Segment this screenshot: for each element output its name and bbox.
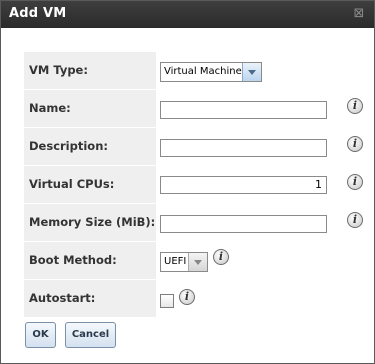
virtual-cpus-label: Virtual CPUs: (29, 177, 115, 191)
cancel-button[interactable]: Cancel (65, 322, 116, 348)
chevron-down-icon[interactable] (188, 253, 207, 271)
name-input[interactable] (160, 101, 327, 119)
row-description: Description: i (24, 128, 363, 166)
row-vm-type: VM Type: Virtual Machine (24, 52, 355, 90)
info-icon[interactable]: i (347, 98, 363, 114)
boot-method-value: UEFI (164, 256, 187, 267)
autostart-checkbox[interactable] (160, 294, 174, 308)
chevron-down-icon[interactable] (242, 63, 261, 81)
row-name: Name: i (24, 90, 363, 128)
description-label: Description: (29, 139, 108, 153)
info-icon[interactable]: i (347, 174, 363, 190)
add-vm-dialog: Add VM ⊠ VM Type: Virtual Machine Name: … (0, 0, 375, 364)
vm-type-label: VM Type: (29, 63, 88, 77)
info-icon[interactable]: i (179, 289, 195, 305)
label-cell: VM Type: (24, 52, 156, 89)
close-icon[interactable]: ⊠ (352, 7, 366, 21)
boot-method-select[interactable]: UEFI (160, 252, 208, 272)
boot-method-label: Boot Method: (29, 253, 117, 267)
name-label: Name: (29, 101, 71, 115)
row-autostart: Autostart: i (24, 280, 355, 318)
row-boot-method: Boot Method: UEFI i (24, 242, 355, 280)
ok-button[interactable]: OK (25, 322, 56, 348)
row-memory-size: Memory Size (MiB): i (24, 204, 363, 242)
info-icon[interactable]: i (347, 136, 363, 152)
row-virtual-cpus: Virtual CPUs: 1 i (24, 166, 363, 204)
label-cell: Virtual CPUs: (24, 166, 156, 203)
description-input[interactable] (160, 139, 327, 157)
autostart-label: Autostart: (29, 291, 96, 305)
info-icon[interactable]: i (347, 212, 363, 228)
info-icon[interactable]: i (213, 249, 229, 265)
vm-type-value: Virtual Machine (164, 66, 242, 77)
memory-size-label: Memory Size (MiB): (29, 215, 156, 229)
title-bar: Add VM ⊠ (1, 1, 374, 28)
label-cell: Name: (24, 90, 156, 127)
vm-type-select[interactable]: Virtual Machine (160, 62, 262, 82)
label-cell: Autostart: (24, 280, 156, 317)
label-cell: Description: (24, 128, 156, 165)
label-cell: Memory Size (MiB): (24, 204, 156, 241)
dialog-title: Add VM (9, 6, 67, 21)
label-cell: Boot Method: (24, 242, 156, 279)
memory-size-input[interactable] (160, 215, 327, 233)
virtual-cpus-input[interactable]: 1 (160, 176, 327, 194)
